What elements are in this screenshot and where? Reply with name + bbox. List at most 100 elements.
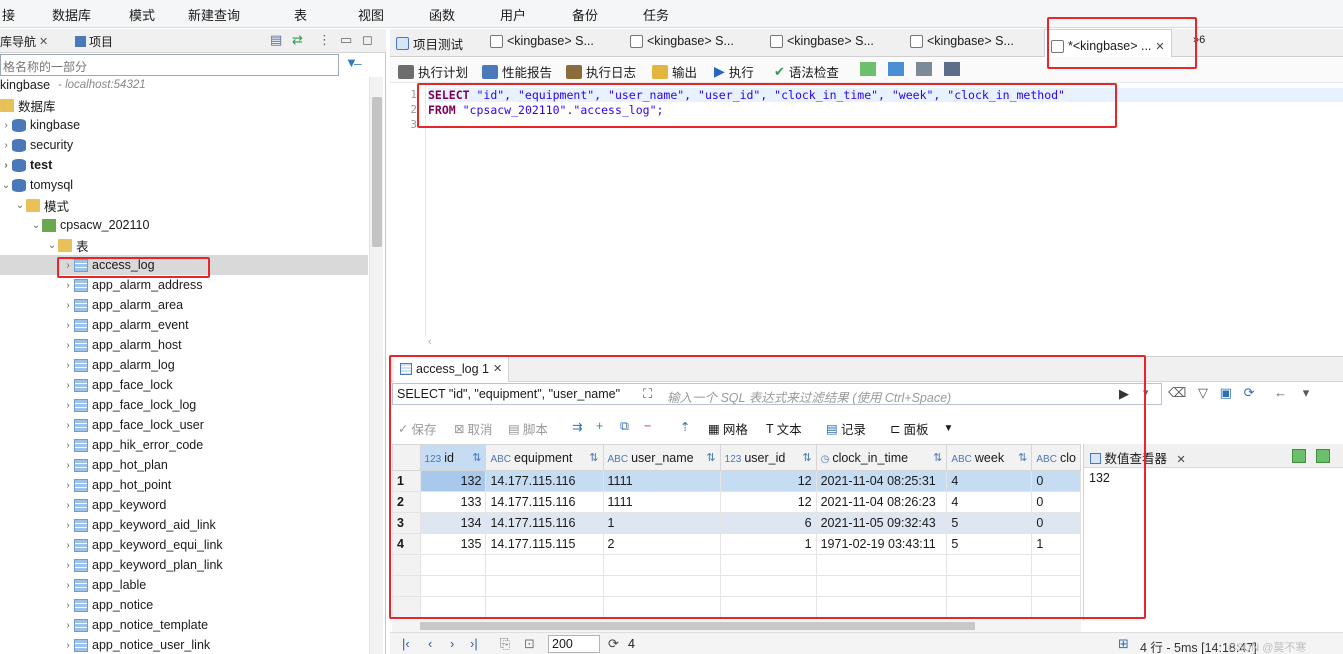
close-icon[interactable]: ✕ bbox=[1155, 40, 1164, 53]
tree-table-item[interactable]: › app_notice_template bbox=[0, 615, 368, 635]
row-number[interactable]: 1 bbox=[392, 470, 421, 492]
grid-hscrollbar[interactable] bbox=[392, 620, 1081, 632]
chevron-right-icon[interactable]: › bbox=[62, 420, 74, 431]
table-cell[interactable]: 2021-11-05 09:32:43 bbox=[815, 512, 948, 534]
tree-table-item[interactable]: › access_log bbox=[0, 255, 368, 275]
column-header[interactable]: ABC clo bbox=[1031, 444, 1081, 471]
table-cell[interactable]: 14.177.115.115 bbox=[485, 533, 604, 555]
back-icon[interactable]: ← bbox=[1274, 385, 1287, 400]
menu-database[interactable]: 数据库 bbox=[52, 5, 91, 24]
chevron-right-icon[interactable]: › bbox=[0, 160, 12, 171]
chevron-right-icon[interactable]: › bbox=[62, 380, 74, 391]
table-cell[interactable]: 2 bbox=[602, 533, 721, 555]
chevron-right-icon[interactable]: › bbox=[62, 260, 74, 271]
last-page-icon[interactable]: ›| bbox=[470, 636, 478, 651]
table-cell[interactable]: 1 bbox=[719, 533, 817, 555]
explain-plan-button[interactable]: 执行计划 bbox=[398, 62, 468, 81]
fetch-size-input[interactable]: 200 bbox=[548, 635, 600, 653]
fetch-all-icon[interactable]: ⊡ bbox=[524, 636, 535, 652]
save-filter-icon[interactable]: ▣ bbox=[1220, 385, 1232, 400]
sort-icon[interactable]: ⇅ bbox=[706, 451, 715, 464]
script-button[interactable]: ▤ 脚本 bbox=[508, 419, 548, 438]
chevron-right-icon[interactable]: › bbox=[62, 520, 74, 531]
table-cell[interactable]: 0 bbox=[1031, 491, 1081, 513]
tree-schemas-folder[interactable]: ⌄ 模式 bbox=[0, 195, 368, 215]
column-header[interactable]: ABC equipment ⇅ bbox=[485, 444, 604, 471]
menu-schema[interactable]: 模式 bbox=[129, 5, 155, 24]
table-cell[interactable]: 0 bbox=[1031, 512, 1081, 534]
execution-log-button[interactable]: 执行日志 bbox=[566, 62, 636, 81]
chevron-right-icon[interactable]: › bbox=[62, 300, 74, 311]
tab-sql-editor[interactable]: <kingbase> S... bbox=[490, 34, 594, 48]
chevron-down-icon[interactable]: ⌄ bbox=[46, 240, 58, 251]
tree-table-item[interactable]: › app_notice_user_link bbox=[0, 635, 368, 654]
table-row[interactable]: 3 134 14.177.115.116 1 6 2021-11-05 09:32:43 5… bbox=[392, 512, 1081, 534]
list-icon[interactable] bbox=[916, 62, 932, 76]
chevron-right-icon[interactable]: › bbox=[62, 320, 74, 331]
save-value-icon[interactable] bbox=[1292, 449, 1306, 463]
table-cell[interactable]: 5 bbox=[946, 512, 1033, 534]
chevron-right-icon[interactable]: › bbox=[62, 440, 74, 451]
more-icon[interactable]: ▾ bbox=[1303, 385, 1310, 400]
tree-table-item[interactable]: › app_alarm_event bbox=[0, 315, 368, 335]
sort-icon[interactable]: ⇅ bbox=[1018, 451, 1027, 464]
tree-table-item[interactable]: › app_hot_plan bbox=[0, 455, 368, 475]
tree-table-item[interactable]: › app_keyword bbox=[0, 495, 368, 515]
grid-view-button[interactable]: ▦ 网格 bbox=[708, 419, 748, 438]
sql-line-2[interactable]: FROM "cpsacw_202110"."access_log"; bbox=[428, 103, 663, 117]
tab-sql-editor[interactable]: <kingbase> S... bbox=[910, 34, 1014, 48]
save-button[interactable]: ✓ 保存 bbox=[398, 419, 437, 438]
chevron-right-icon[interactable]: › bbox=[62, 460, 74, 471]
tree-table-item[interactable]: › app_notice bbox=[0, 595, 368, 615]
column-header[interactable]: 123 id ⇅ bbox=[419, 444, 487, 471]
tree-database-kingbase[interactable]: › kingbase bbox=[0, 115, 368, 135]
column-header[interactable]: 123 user_id ⇅ bbox=[719, 444, 817, 471]
table-row[interactable]: 2 133 14.177.115.116 1111 12 2021-11-04 08:26… bbox=[392, 491, 1081, 513]
chevron-down-icon[interactable]: ⌄ bbox=[14, 200, 26, 211]
tab-overflow[interactable]: »6 bbox=[1193, 34, 1205, 46]
navigator-filter-input[interactable]: 格名称的一部分 bbox=[0, 54, 339, 76]
tree-database-test[interactable]: › test bbox=[0, 155, 368, 175]
syntax-check-button[interactable]: ✔ 语法检查 bbox=[774, 62, 839, 81]
table-cell[interactable]: 14.177.115.116 bbox=[485, 491, 604, 513]
sort-icon[interactable]: ⇅ bbox=[802, 451, 811, 464]
chevron-right-icon[interactable]: › bbox=[62, 600, 74, 611]
row-number[interactable]: 4 bbox=[392, 533, 421, 555]
close-icon[interactable]: ✕ bbox=[493, 362, 502, 375]
tree-tables-folder[interactable]: ⌄ 表 bbox=[0, 235, 368, 255]
collapse-icon[interactable]: ▤ bbox=[270, 32, 282, 48]
chevron-right-icon[interactable]: › bbox=[62, 540, 74, 551]
sql-editor[interactable]: 1 2 3 SELECT "id", "equipment", "user_na… bbox=[390, 84, 1343, 352]
sql-line-1[interactable]: SELECT "id", "equipment", "user_name", "… bbox=[428, 88, 1343, 102]
menu-new-query[interactable]: 新建查询 bbox=[188, 5, 240, 24]
execute-button[interactable]: ▶ 执行 bbox=[714, 62, 754, 81]
menu-table[interactable]: 表 bbox=[294, 5, 307, 24]
format-icon[interactable] bbox=[860, 62, 876, 76]
chevron-right-icon[interactable]: › bbox=[0, 140, 12, 151]
chevron-right-icon[interactable]: › bbox=[62, 640, 74, 651]
table-cell[interactable]: 1 bbox=[602, 512, 721, 534]
sort-icon[interactable]: ⇅ bbox=[472, 451, 481, 464]
chevron-right-icon[interactable]: › bbox=[62, 500, 74, 511]
menu-view[interactable]: 视图 bbox=[358, 5, 384, 24]
chevron-down-icon[interactable]: ▼ bbox=[944, 423, 954, 434]
value-viewer-content[interactable]: 132 bbox=[1089, 471, 1110, 485]
result-filter-input[interactable]: SELECT "id", "equipment", "user_name" ⛶ … bbox=[392, 383, 1162, 405]
table-row[interactable]: 4 135 14.177.115.115 2 1 1971-02-19 03:43:11 5… bbox=[392, 533, 1081, 555]
tab-sql-editor[interactable]: <kingbase> S... bbox=[630, 34, 734, 48]
menu-user[interactable]: 用户 bbox=[500, 5, 526, 24]
chevron-right-icon[interactable]: › bbox=[62, 560, 74, 571]
copy-row-icon[interactable]: + bbox=[596, 419, 603, 433]
table-cell[interactable]: 2021-11-04 08:25:31 bbox=[815, 470, 948, 492]
table-cell[interactable]: 6 bbox=[719, 512, 817, 534]
chevron-right-icon[interactable]: › bbox=[62, 580, 74, 591]
duplicate-icon[interactable]: ⧉ bbox=[620, 419, 629, 434]
expand-icon[interactable]: ⛶ bbox=[643, 386, 652, 402]
table-cell[interactable]: 0 bbox=[1031, 470, 1081, 492]
table-cell[interactable]: 135 bbox=[419, 533, 487, 555]
sort-icon[interactable]: ⇅ bbox=[933, 451, 942, 464]
table-cell[interactable]: 132 bbox=[419, 470, 487, 492]
chevron-down-icon[interactable]: ⌄ bbox=[0, 180, 12, 191]
more-icon[interactable]: ⋮ bbox=[318, 32, 331, 48]
record-view-button[interactable]: ▤ 记录 bbox=[826, 419, 866, 438]
